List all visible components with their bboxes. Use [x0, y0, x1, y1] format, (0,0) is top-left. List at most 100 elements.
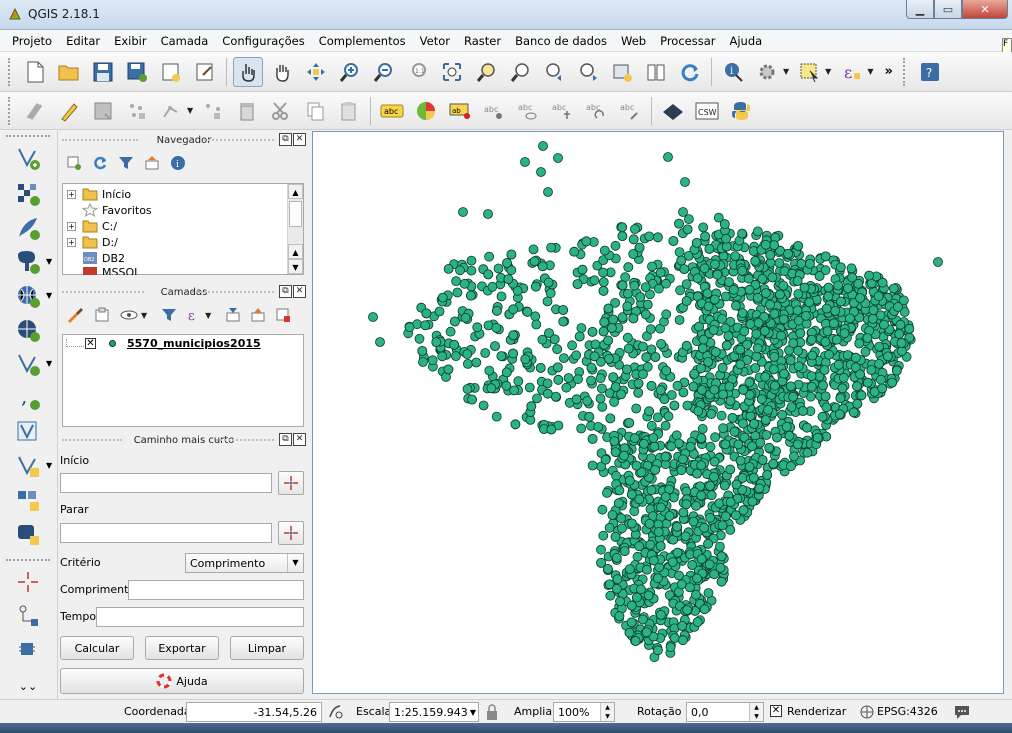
toolbar-more-icon[interactable]: »	[884, 64, 892, 79]
refresh-button[interactable]	[675, 57, 705, 87]
menu-configuracoes[interactable]: Configurações	[222, 34, 304, 48]
add-selected-layer-icon[interactable]	[66, 155, 82, 171]
rotate-label-button[interactable]: abc	[581, 96, 611, 126]
tree-item-mssql[interactable]: MSSQL	[67, 266, 140, 275]
select-features-button[interactable]	[794, 57, 824, 87]
csw-button[interactable]: CSW	[692, 96, 722, 126]
chevron-down-icon[interactable]: ▼	[205, 311, 211, 320]
navigator-scrollbar[interactable]: ▲ ▲ ▼	[287, 184, 303, 274]
new-shapefile-button[interactable]	[12, 451, 44, 481]
map-canvas[interactable]	[312, 131, 1004, 694]
minimize-button[interactable]: ▁	[906, 0, 934, 19]
bookmarks-button[interactable]	[641, 57, 671, 87]
spin-arrows-icon[interactable]: ▲ ▼	[600, 703, 614, 721]
tree-item-d-drive[interactable]: + D:/	[67, 234, 118, 250]
expand-icon[interactable]: +	[67, 221, 76, 231]
action-button[interactable]	[752, 57, 782, 87]
toolbar-grip[interactable]	[6, 559, 50, 563]
add-wfs-layer-button[interactable]	[12, 349, 44, 379]
scroll-up-arrow[interactable]: ▲	[288, 244, 303, 259]
highlight-pinned-labels-button[interactable]: ab	[445, 96, 475, 126]
zoom-in-button[interactable]	[335, 57, 365, 87]
menu-banco-de-dados[interactable]: Banco de dados	[515, 34, 607, 48]
tree-item-c-drive[interactable]: + C:/	[67, 218, 117, 234]
maximize-button[interactable]: ▭	[934, 0, 962, 19]
new-map-view-button[interactable]	[607, 57, 637, 87]
filter-icon[interactable]	[118, 155, 134, 171]
chevron-down-icon[interactable]: ▼	[46, 257, 52, 266]
change-label-button[interactable]: abc	[615, 96, 645, 126]
move-label-button[interactable]: abc	[547, 96, 577, 126]
toolbar-grip[interactable]	[902, 57, 909, 86]
menu-exibir[interactable]: Exibir	[114, 34, 147, 48]
scroll-thumb[interactable]	[289, 201, 302, 227]
expand-icon[interactable]: +	[67, 189, 76, 199]
add-feature-button[interactable]	[122, 96, 152, 126]
help-button[interactable]: Ajuda	[60, 668, 304, 694]
node-tool-button[interactable]	[198, 96, 228, 126]
scroll-down-arrow[interactable]: ▼	[288, 259, 303, 274]
chevron-down-icon[interactable]: ▼	[783, 67, 789, 76]
length-output[interactable]	[128, 580, 304, 600]
paint-brush-icon[interactable]	[66, 307, 84, 323]
cut-features-button[interactable]	[266, 96, 296, 126]
add-postgis-layer-button[interactable]	[12, 247, 44, 277]
rotation-spinbox[interactable]: 0,0 ▲ ▼	[686, 702, 764, 722]
new-geopackage-layer-button[interactable]	[12, 519, 44, 549]
menu-complementos[interactable]: Complementos	[319, 34, 406, 48]
time-output[interactable]	[96, 607, 304, 627]
add-virtual-layer-button[interactable]	[12, 417, 44, 447]
export-button[interactable]: Exportar	[145, 636, 219, 660]
close-button[interactable]: ✕	[962, 0, 1008, 19]
mouse-coordinate-toggle-icon[interactable]	[327, 703, 345, 721]
info-icon[interactable]: i	[170, 155, 186, 171]
zoom-to-selection-button[interactable]	[471, 57, 501, 87]
start-point-input[interactable]	[60, 473, 272, 493]
float-panel-button[interactable]: ⧉	[279, 433, 292, 446]
tree-item-favoritos[interactable]: Favoritos	[67, 202, 152, 218]
paste-features-button[interactable]	[334, 96, 364, 126]
gps-tool-button[interactable]	[12, 635, 44, 665]
add-delimited-text-button[interactable]: ,	[12, 383, 44, 413]
toolbar-grip[interactable]	[8, 96, 14, 125]
menu-vetor[interactable]: Vetor	[420, 34, 450, 48]
zoom-to-layer-button[interactable]	[505, 57, 535, 87]
add-vector-layer-button[interactable]	[12, 143, 44, 173]
show-hide-labels-button[interactable]: abc	[513, 96, 543, 126]
menu-web[interactable]: Web	[621, 34, 646, 48]
route-tool-button[interactable]	[12, 601, 44, 631]
add-raster-layer-button[interactable]	[12, 179, 44, 209]
diagram-options-button[interactable]	[411, 96, 441, 126]
chevron-down-icon[interactable]: ▼	[46, 291, 52, 300]
pick-stop-button[interactable]	[278, 521, 304, 545]
add-wms-layer-button[interactable]	[12, 281, 44, 311]
clear-button[interactable]: Limpar	[230, 636, 304, 660]
tree-item-inicio[interactable]: + Início	[67, 186, 131, 202]
toolbar-grip[interactable]	[6, 135, 50, 139]
new-project-button[interactable]	[20, 57, 50, 87]
python-console-button[interactable]	[726, 96, 756, 126]
pan-map-button[interactable]	[267, 57, 297, 87]
refresh-icon[interactable]	[92, 155, 108, 171]
filter-icon[interactable]	[161, 307, 177, 323]
copy-features-button[interactable]	[300, 96, 330, 126]
save-as-button[interactable]	[122, 57, 152, 87]
scroll-up-arrow[interactable]: ▲	[288, 184, 303, 199]
tree-item-db2[interactable]: DB2 DB2	[67, 250, 125, 266]
scale-select[interactable]: 1:25.159.943 ▼	[389, 702, 479, 722]
chevron-down-icon[interactable]: ▼	[46, 461, 52, 470]
coordinate-field[interactable]: -31.54,5.26	[186, 702, 322, 722]
close-panel-button[interactable]: ✕	[293, 433, 306, 446]
save-layer-edits-button[interactable]	[88, 96, 118, 126]
render-checkbox[interactable]: ✕	[770, 705, 782, 717]
zoom-next-button[interactable]	[573, 57, 603, 87]
toggle-editing-button[interactable]	[54, 96, 84, 126]
menu-processar[interactable]: Processar	[660, 34, 715, 48]
menu-projeto[interactable]: Projeto	[12, 34, 52, 48]
zoom-out-button[interactable]	[369, 57, 399, 87]
remove-layer-icon[interactable]	[275, 307, 291, 323]
new-spatialite-layer-button[interactable]	[12, 485, 44, 515]
chevron-down-icon[interactable]: ▼	[867, 67, 873, 76]
expand-toolbar-button[interactable]: ⌄⌄	[12, 671, 44, 701]
help-contents-button[interactable]: ?	[915, 57, 945, 87]
